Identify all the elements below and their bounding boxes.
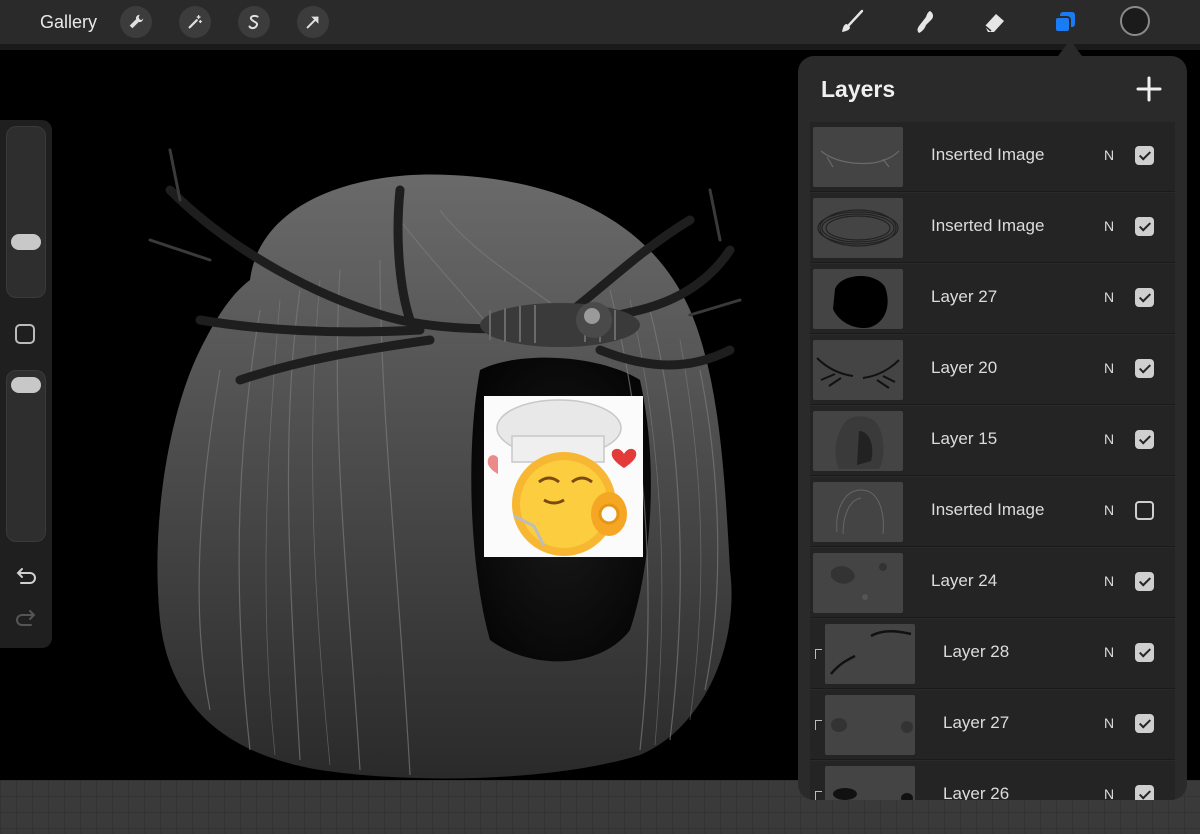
layer-name: Layer 27 <box>931 287 998 306</box>
chef-emoji-sticker <box>484 396 643 557</box>
blend-mode-button[interactable]: N <box>1104 502 1114 518</box>
brush-size-thumb[interactable] <box>11 234 41 250</box>
layer-row[interactable]: Layer 26 N <box>810 761 1175 800</box>
layer-row[interactable]: Layer 20 N <box>810 335 1175 405</box>
redo-icon[interactable] <box>13 609 39 631</box>
left-sidebar <box>0 120 52 648</box>
layer-name: Inserted Image <box>931 500 1045 519</box>
layer-thumbnail <box>825 624 915 684</box>
clipping-mask-indicator <box>815 649 822 659</box>
visibility-checkbox[interactable] <box>1135 430 1154 449</box>
layer-name: Layer 26 <box>943 784 1010 800</box>
layer-row[interactable]: Layer 27 N <box>810 264 1175 334</box>
color-picker-swatch[interactable] <box>1120 6 1150 36</box>
layer-thumbnail <box>813 482 903 542</box>
layers-icon[interactable] <box>1047 4 1083 40</box>
gallery-button[interactable]: Gallery <box>40 12 97 33</box>
blend-mode-button[interactable]: N <box>1104 786 1114 800</box>
blend-mode-button[interactable]: N <box>1104 147 1114 163</box>
chef-kiss-emoji-icon <box>484 396 643 557</box>
layer-thumbnail <box>813 198 903 258</box>
layer-name: Inserted Image <box>931 145 1045 164</box>
brush-icon[interactable] <box>834 4 870 40</box>
brush-size-slider[interactable] <box>6 126 46 298</box>
visibility-checkbox[interactable] <box>1135 501 1154 520</box>
layer-thumbnail <box>813 269 903 329</box>
plus-icon[interactable] <box>1134 74 1164 104</box>
visibility-checkbox[interactable] <box>1135 146 1154 165</box>
layer-row[interactable]: Layer 27 N <box>810 690 1175 760</box>
blend-mode-button[interactable]: N <box>1104 715 1114 731</box>
layer-row[interactable]: Inserted Image N <box>810 122 1175 192</box>
visibility-checkbox[interactable] <box>1135 217 1154 236</box>
opacity-thumb[interactable] <box>11 377 41 393</box>
layer-thumbnail <box>813 553 903 613</box>
blend-mode-button[interactable]: N <box>1104 360 1114 376</box>
top-toolbar: Gallery <box>0 0 1200 44</box>
layer-row[interactable]: Inserted Image N <box>810 193 1175 263</box>
layer-name: Layer 15 <box>931 429 998 448</box>
layer-row[interactable]: Layer 15 N <box>810 406 1175 476</box>
magic-wand-icon[interactable] <box>179 6 211 38</box>
undo-icon[interactable] <box>13 567 39 589</box>
selection-icon[interactable] <box>238 6 270 38</box>
wrench-icon[interactable] <box>120 6 152 38</box>
blend-mode-button[interactable]: N <box>1104 644 1114 660</box>
layer-thumbnail <box>813 127 903 187</box>
layers-list: Inserted Image N Inserted Image N Layer … <box>810 122 1175 800</box>
layer-thumbnail <box>813 411 903 471</box>
artwork-hair-illustration <box>148 148 742 779</box>
layer-name: Layer 28 <box>943 642 1010 661</box>
layer-name: Inserted Image <box>931 216 1045 235</box>
eraser-icon[interactable] <box>976 4 1012 40</box>
panel-caret <box>1058 40 1082 56</box>
visibility-checkbox[interactable] <box>1135 714 1154 733</box>
layer-row[interactable]: Inserted Image N <box>810 477 1175 547</box>
layer-name: Layer 20 <box>931 358 998 377</box>
panel-title: Layers <box>821 76 896 102</box>
visibility-checkbox[interactable] <box>1135 572 1154 591</box>
modify-button[interactable] <box>15 324 35 344</box>
layer-thumbnail <box>813 340 903 400</box>
layer-row[interactable]: Layer 24 N <box>810 548 1175 618</box>
layers-panel: Layers Inserted Image N Inserted Image N… <box>798 56 1187 800</box>
transform-arrow-icon[interactable] <box>297 6 329 38</box>
clipping-mask-indicator <box>815 791 822 800</box>
visibility-checkbox[interactable] <box>1135 643 1154 662</box>
smudge-icon[interactable] <box>906 4 942 40</box>
blend-mode-button[interactable]: N <box>1104 431 1114 447</box>
layer-row[interactable]: Layer 28 N <box>810 619 1175 689</box>
visibility-checkbox[interactable] <box>1135 288 1154 307</box>
visibility-checkbox[interactable] <box>1135 359 1154 378</box>
blend-mode-button[interactable]: N <box>1104 289 1114 305</box>
layer-thumbnail <box>825 695 915 755</box>
layer-name: Layer 24 <box>931 571 998 590</box>
opacity-slider[interactable] <box>6 370 46 542</box>
layer-name: Layer 27 <box>943 713 1010 732</box>
clipping-mask-indicator <box>815 720 822 730</box>
blend-mode-button[interactable]: N <box>1104 218 1114 234</box>
visibility-checkbox[interactable] <box>1135 785 1154 800</box>
layer-thumbnail <box>825 766 915 800</box>
blend-mode-button[interactable]: N <box>1104 573 1114 589</box>
